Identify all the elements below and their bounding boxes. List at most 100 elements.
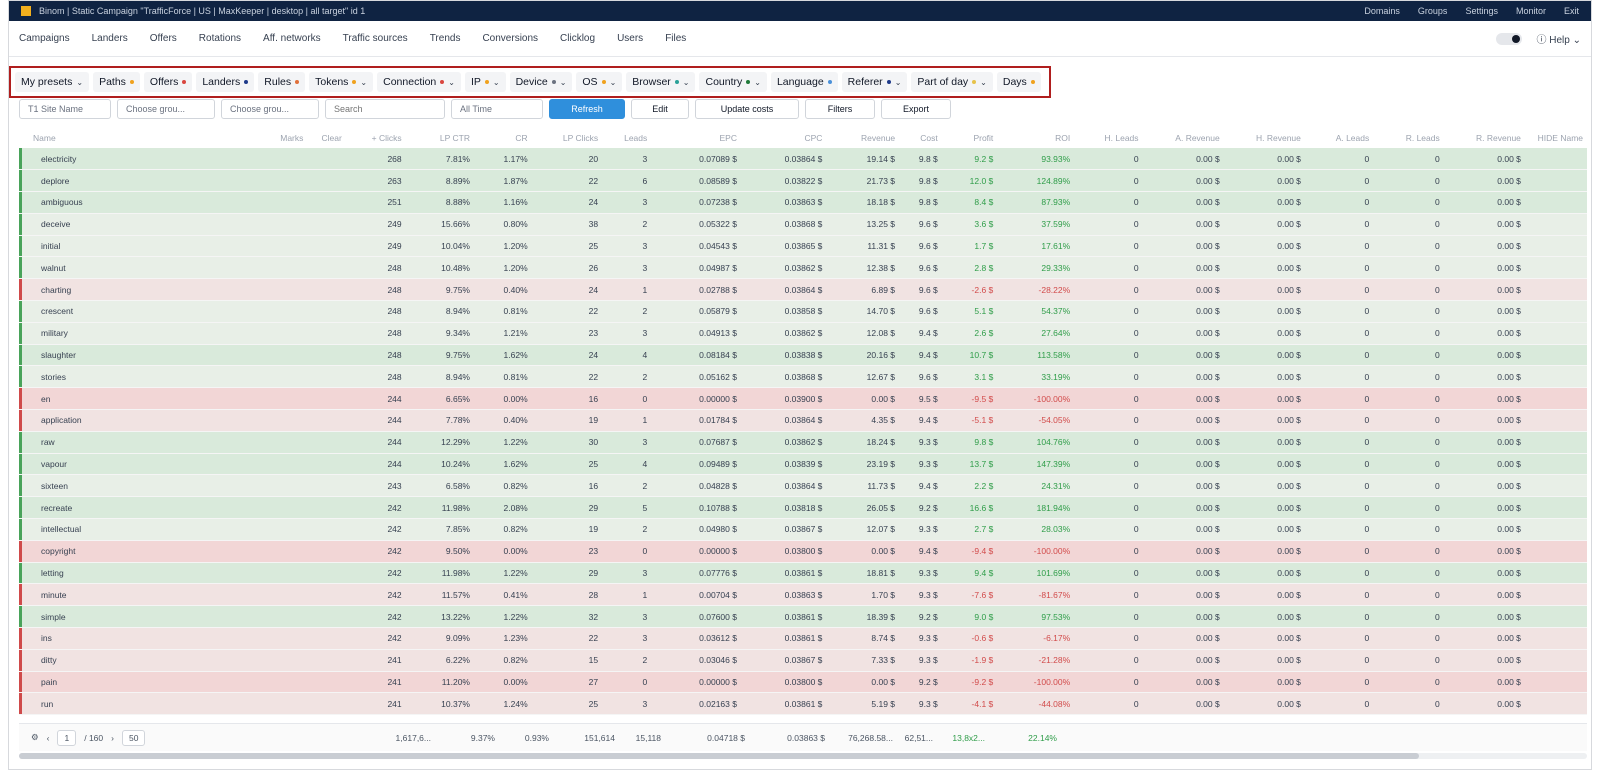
nav-landers[interactable]: Landers bbox=[92, 33, 128, 44]
column-header[interactable]: R. Revenue bbox=[1443, 128, 1525, 148]
report-tab-connection[interactable]: Connection ⌄ bbox=[377, 72, 461, 92]
column-header[interactable]: Revenue bbox=[826, 128, 900, 148]
cell-leads: 2 bbox=[602, 365, 652, 389]
column-header[interactable]: H. Leads bbox=[1074, 128, 1143, 148]
top-menu-monitor[interactable]: Monitor bbox=[1516, 6, 1546, 16]
group-select-1[interactable]: T1 Site Name bbox=[19, 99, 111, 119]
table-row[interactable]: slaughter 248 9.75% 1.62% 24 4 0.08184 $0.0383… bbox=[19, 344, 1587, 367]
update-costs-button[interactable]: Update costs bbox=[695, 99, 799, 119]
group-select-2[interactable]: Choose grou... bbox=[117, 99, 215, 119]
table-row[interactable]: stories 248 8.94% 0.81% 22 2 0.05162 $0.03868 … bbox=[19, 365, 1587, 389]
column-header[interactable]: A. Revenue bbox=[1142, 128, 1224, 148]
cell-extra: 0.00 $ bbox=[1443, 562, 1525, 585]
next-page-icon[interactable]: › bbox=[111, 733, 114, 743]
table-row[interactable]: crescent 248 8.94% 0.81% 22 2 0.05879 $0.03858… bbox=[19, 300, 1587, 323]
table-row[interactable]: run 241 10.37% 1.24% 25 3 0.02163 $0.03861 $5.… bbox=[19, 692, 1587, 716]
table-row[interactable]: ins 242 9.09% 1.23% 22 3 0.03612 $0.03861 $8.7… bbox=[19, 627, 1587, 650]
report-tab-rules[interactable]: Rules bbox=[258, 72, 306, 92]
refresh-button[interactable]: Refresh bbox=[549, 99, 625, 119]
table-row[interactable]: vapour 244 10.24% 1.62% 25 4 0.09489 $0.03839 … bbox=[19, 453, 1587, 476]
table-row[interactable]: recreate 242 11.98% 2.08% 29 5 0.10788 $0.0381… bbox=[19, 496, 1587, 520]
nav-aff-networks[interactable]: Aff. networks bbox=[263, 33, 321, 44]
column-header[interactable]: H. Revenue bbox=[1223, 128, 1305, 148]
horizontal-scrollbar[interactable] bbox=[19, 753, 1587, 759]
table-row[interactable]: simple 242 13.22% 1.22% 32 3 0.07600 $0.03861 … bbox=[19, 605, 1587, 629]
nav-offers[interactable]: Offers bbox=[150, 33, 177, 44]
table-row[interactable]: walnut 248 10.48% 1.20% 26 3 0.04987 $0.03862 … bbox=[19, 256, 1587, 280]
nav-users[interactable]: Users bbox=[617, 33, 643, 44]
column-header[interactable]: ROI bbox=[997, 128, 1075, 148]
report-tab-landers[interactable]: Landers bbox=[196, 72, 255, 92]
date-range-select[interactable]: All Time bbox=[451, 99, 543, 119]
column-header[interactable]: EPC bbox=[651, 128, 741, 148]
table-row[interactable]: pain 241 11.20% 0.00% 27 0 0.00000 $0.03800 $0… bbox=[19, 671, 1587, 694]
nav-trends[interactable]: Trends bbox=[430, 33, 461, 44]
report-tab-offers[interactable]: Offers bbox=[143, 72, 193, 92]
nav-conversions[interactable]: Conversions bbox=[482, 33, 538, 44]
export-button[interactable]: Export bbox=[881, 99, 951, 119]
nav-traffic-sources[interactable]: Traffic sources bbox=[343, 33, 408, 44]
column-header[interactable]: HIDE Name bbox=[1524, 128, 1587, 148]
per-page-select[interactable]: 50 bbox=[121, 729, 146, 746]
column-header[interactable]: Leads bbox=[602, 128, 652, 148]
table-row[interactable]: intellectual 242 7.85% 0.82% 19 2 0.04980 $0.0… bbox=[19, 518, 1587, 541]
table-row[interactable]: minute 242 11.57% 0.41% 28 1 0.00704 $0.03863 … bbox=[19, 583, 1587, 607]
report-tab-days[interactable]: Days bbox=[996, 72, 1041, 92]
top-menu-groups[interactable]: Groups bbox=[1418, 6, 1448, 16]
prev-page-icon[interactable]: ‹ bbox=[47, 733, 50, 743]
column-header[interactable]: Name bbox=[19, 128, 148, 148]
table-row[interactable]: deplore 263 8.89% 1.87% 22 6 0.08589 $0.03822 … bbox=[19, 169, 1587, 193]
table-row[interactable]: ditty 241 6.22% 0.82% 15 2 0.03046 $0.03867 $7… bbox=[19, 649, 1587, 672]
help-menu[interactable]: ⓘ Help ⌄ bbox=[1536, 31, 1581, 46]
edit-button[interactable]: Edit bbox=[631, 99, 689, 119]
table-row[interactable]: en 244 6.65% 0.00% 16 0 0.00000 $0.03900 $0.00… bbox=[19, 387, 1587, 411]
top-menu-exit[interactable]: Exit bbox=[1564, 6, 1579, 16]
scrollbar-thumb[interactable] bbox=[19, 753, 1419, 759]
nav-clicklog[interactable]: Clicklog bbox=[560, 33, 595, 44]
nav-rotations[interactable]: Rotations bbox=[199, 33, 241, 44]
table-row[interactable]: letting 242 11.98% 1.22% 29 3 0.07776 $0.03861… bbox=[19, 562, 1587, 585]
nav-campaigns[interactable]: Campaigns bbox=[19, 33, 70, 44]
group-select-3[interactable]: Choose grou... bbox=[221, 99, 319, 119]
column-header[interactable]: CPC bbox=[740, 128, 827, 148]
table-row[interactable]: ambiguous 251 8.88% 1.16% 24 3 0.07238 $0.0386… bbox=[19, 191, 1587, 214]
table-row[interactable]: sixteen 243 6.58% 0.82% 16 2 0.04828 $0.03864 … bbox=[19, 474, 1587, 498]
table-row[interactable]: initial 249 10.04% 1.20% 25 3 0.04543 $0.03865… bbox=[19, 235, 1587, 258]
column-header[interactable]: LP CTR bbox=[405, 128, 474, 148]
report-tab-device[interactable]: Device ⌄ bbox=[509, 72, 573, 92]
column-header[interactable]: CR bbox=[473, 128, 532, 148]
search-input[interactable] bbox=[325, 99, 445, 119]
top-menu-settings[interactable]: Settings bbox=[1465, 6, 1498, 16]
column-header[interactable]: Marks bbox=[147, 128, 308, 148]
table-row[interactable]: charting 248 9.75% 0.40% 24 1 0.02788 $0.03864… bbox=[19, 278, 1587, 302]
report-tab-referer[interactable]: Referer ⌄ bbox=[841, 72, 908, 92]
column-header[interactable]: Cost bbox=[899, 128, 942, 148]
report-tab-browser[interactable]: Browser ⌄ bbox=[626, 72, 696, 92]
column-header[interactable]: Clear bbox=[307, 128, 346, 148]
nav-files[interactable]: Files bbox=[665, 33, 686, 44]
report-tab-paths[interactable]: Paths bbox=[93, 72, 140, 92]
page-input[interactable]: 1 bbox=[57, 729, 77, 746]
table-row[interactable]: military 248 9.34% 1.21% 23 3 0.04913 $0.03862… bbox=[19, 322, 1587, 345]
filters-button[interactable]: Filters bbox=[805, 99, 875, 119]
table-row[interactable]: copyright 242 9.50% 0.00% 23 0 0.00000 $0.0380… bbox=[19, 540, 1587, 563]
report-tab-my-presets[interactable]: My presets ⌄ bbox=[15, 72, 90, 92]
report-tab-part-of-day[interactable]: Part of day ⌄ bbox=[911, 72, 993, 92]
table-row[interactable]: electricity 268 7.81% 1.17% 20 3 0.07089 $0.03… bbox=[19, 148, 1587, 171]
report-tab-ip[interactable]: IP ⌄ bbox=[464, 72, 506, 92]
report-tab-country[interactable]: Country ⌄ bbox=[699, 72, 767, 92]
settings-icon[interactable]: ⚙ bbox=[31, 732, 39, 743]
report-tab-os[interactable]: OS ⌄ bbox=[576, 72, 623, 92]
report-tab-tokens[interactable]: Tokens ⌄ bbox=[309, 72, 374, 92]
report-tab-language[interactable]: Language bbox=[770, 72, 838, 92]
column-header[interactable]: A. Leads bbox=[1304, 128, 1374, 148]
table-row[interactable]: raw 244 12.29% 1.22% 30 3 0.07687 $0.03862 $18… bbox=[19, 431, 1587, 454]
column-header[interactable]: LP Clicks bbox=[531, 128, 603, 148]
column-header[interactable]: Profit bbox=[941, 128, 998, 148]
table-row[interactable]: deceive 249 15.66% 0.80% 38 2 0.05322 $0.03868… bbox=[19, 213, 1587, 236]
column-header[interactable]: R. Leads bbox=[1373, 128, 1444, 148]
top-menu-domains[interactable]: Domains bbox=[1364, 6, 1400, 16]
column-header[interactable]: + Clicks bbox=[345, 128, 406, 148]
table-row[interactable]: application 244 7.78% 0.40% 19 1 0.01784 $0.03… bbox=[19, 409, 1587, 432]
theme-toggle[interactable] bbox=[1496, 32, 1523, 45]
